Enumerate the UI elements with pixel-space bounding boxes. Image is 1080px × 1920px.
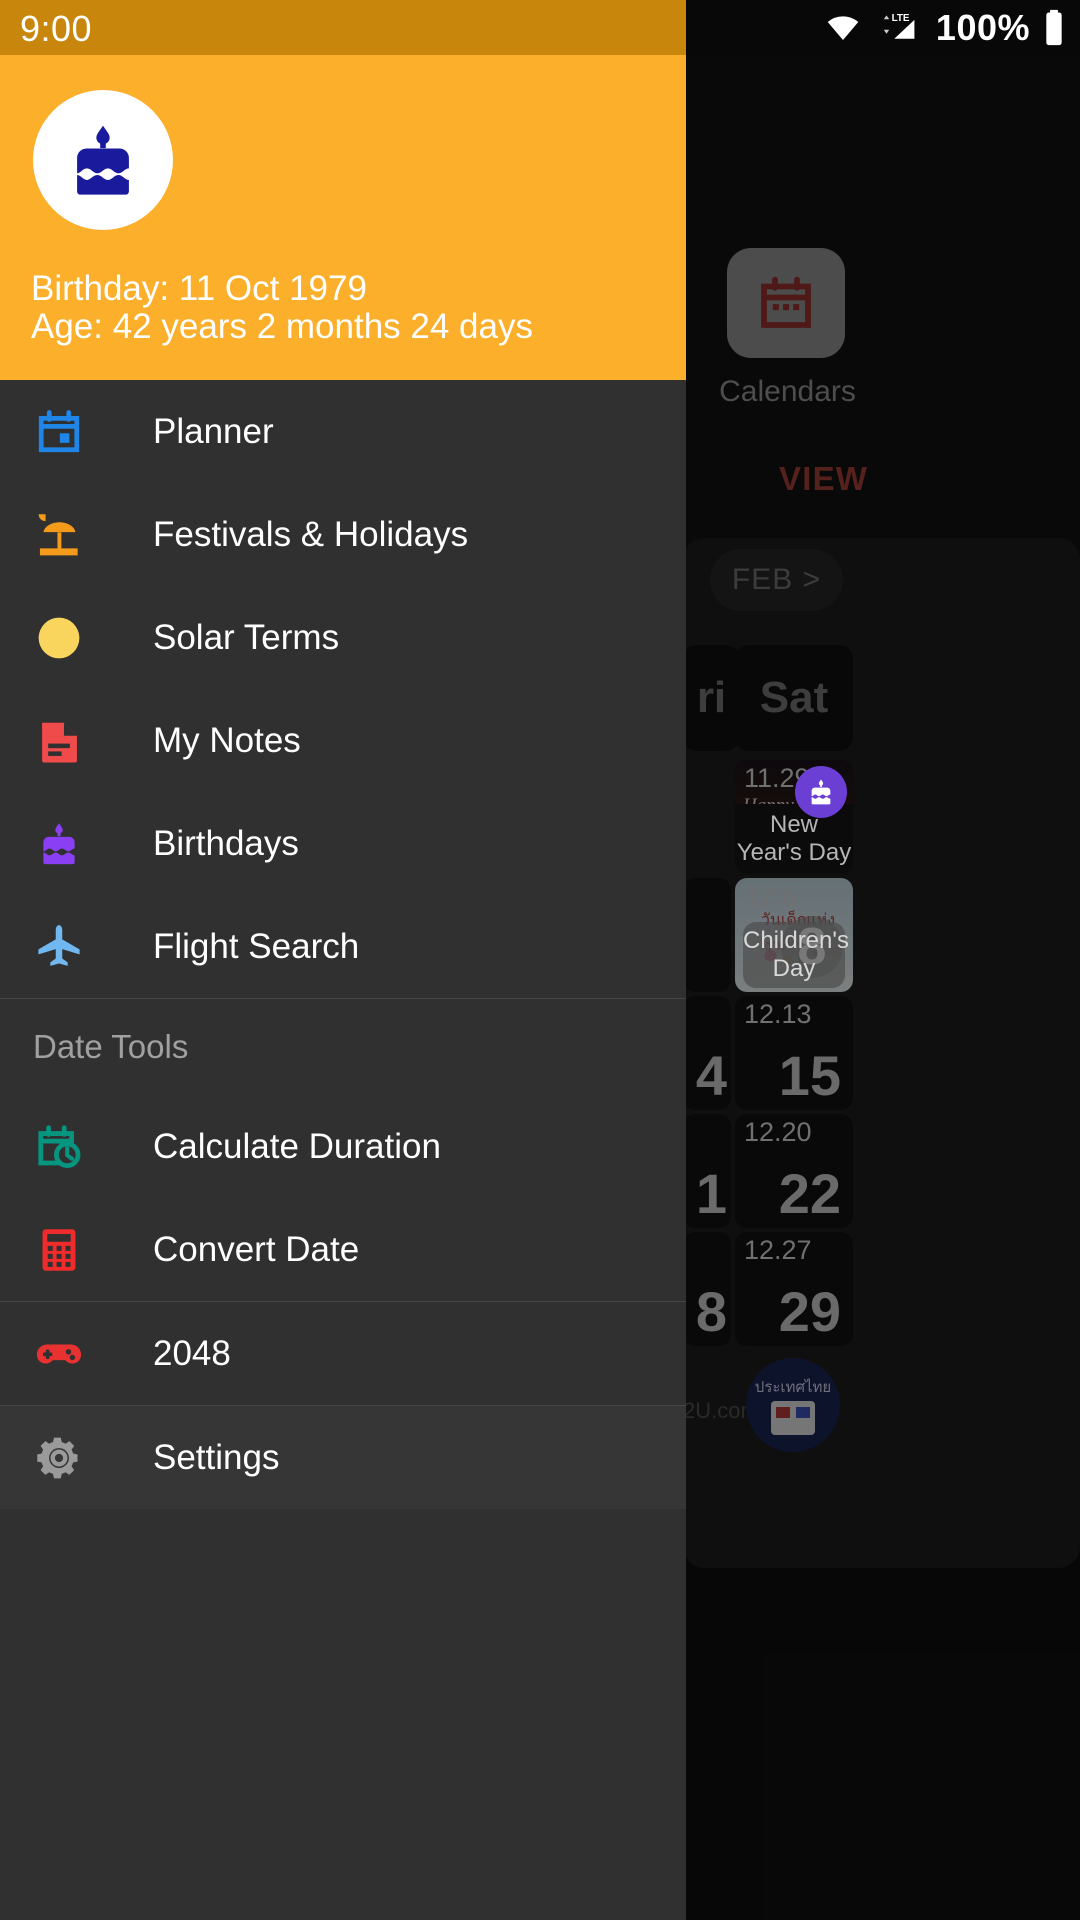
menu-item-calculate-duration[interactable]: Calculate Duration [0, 1095, 686, 1198]
menu-item-label: Calculate Duration [153, 1126, 441, 1166]
menu-item-label: Flight Search [153, 926, 360, 966]
calculator-icon [31, 1222, 87, 1278]
birthday-cake-icon [31, 816, 87, 872]
day-number: 15 [778, 1044, 841, 1107]
birthday-cake-icon [795, 766, 847, 818]
day-number: 29 [778, 1280, 841, 1343]
menu-item-settings[interactable]: Settings [0, 1406, 686, 1509]
menu-item-label: Settings [153, 1437, 280, 1477]
avatar[interactable] [33, 90, 173, 230]
event-label: Children's Day [743, 922, 849, 988]
battery-icon [1046, 9, 1062, 45]
status-bar-clock: 9:00 [20, 8, 93, 49]
gear-icon [31, 1430, 87, 1486]
menu-item-label: Solar Terms [153, 617, 340, 657]
day-number: 8 [695, 1280, 727, 1343]
gamepad-icon [31, 1326, 87, 1382]
lunar-date: 12.20 [744, 1117, 812, 1147]
menu-item-label: My Notes [153, 720, 301, 760]
menu-item-birthdays[interactable]: Birthdays [0, 792, 686, 895]
menu-item-festivals-holidays[interactable]: Festivals & Holidays [0, 483, 686, 586]
calendar-cell-new-years-day[interactable]: Happy New Year 11.29 1 New Year's Day [735, 760, 853, 874]
beach-umbrella-icon [31, 507, 87, 563]
drawer-header: Birthday: 11 Oct 1979 Age: 42 years 2 mo… [0, 55, 686, 380]
lunar-date: 12.27 [744, 1235, 812, 1265]
sun-icon [31, 610, 87, 666]
note-document-icon [31, 713, 87, 769]
drawer-menu: Planner Festivals & Holidays Solar Terms… [0, 380, 686, 1509]
section-title-date-tools: Date Tools [33, 1028, 189, 1065]
day-number: 4 [695, 1044, 727, 1107]
menu-item-label: Planner [153, 411, 274, 451]
menu-item-planner[interactable]: Planner [0, 380, 686, 483]
airplane-icon [31, 919, 87, 975]
event-label: New Year's Day [735, 804, 853, 874]
menu-item-flight-search[interactable]: Flight Search [0, 895, 686, 998]
cellular-signal-icon: LTE [883, 13, 915, 39]
calendar-icon [31, 404, 87, 460]
menu-item-label: Festivals & Holidays [153, 514, 469, 554]
menu-item-solar-terms[interactable]: Solar Terms [0, 586, 686, 689]
day-number: 1 [695, 1162, 727, 1225]
status-bar: 9:00 LTE 100% [0, 0, 1080, 55]
menu-item-label: Birthdays [153, 823, 299, 863]
birthday-text: Birthday: 11 Oct 1979 [31, 269, 367, 308]
phone-screen: Calendars VIEW FEB > ri Sat Happy New Ye… [0, 0, 1080, 1920]
age-text: Age: 42 years 2 months 24 days [31, 307, 533, 346]
battery-percentage: 100% [935, 6, 1030, 48]
calendar-clock-icon [31, 1119, 87, 1175]
menu-item-my-notes[interactable]: My Notes [0, 689, 686, 792]
svg-text:LTE: LTE [892, 13, 910, 24]
lunar-date: 12.13 [744, 999, 812, 1029]
birthday-cake-icon [77, 125, 129, 195]
navigation-drawer: Birthday: 11 Oct 1979 Age: 42 years 2 mo… [0, 0, 686, 1920]
menu-item-label: 2048 [153, 1333, 231, 1373]
lunar-date: 12.6 [744, 881, 797, 911]
wifi-icon [827, 15, 859, 40]
menu-item-2048[interactable]: 2048 [0, 1302, 686, 1405]
status-bar-icons: LTE 100% [822, 0, 1066, 55]
day-number: 22 [778, 1162, 841, 1225]
menu-item-convert-date[interactable]: Convert Date [0, 1198, 686, 1301]
status-bar-left-bg [0, 0, 686, 55]
menu-item-label: Convert Date [153, 1229, 360, 1269]
